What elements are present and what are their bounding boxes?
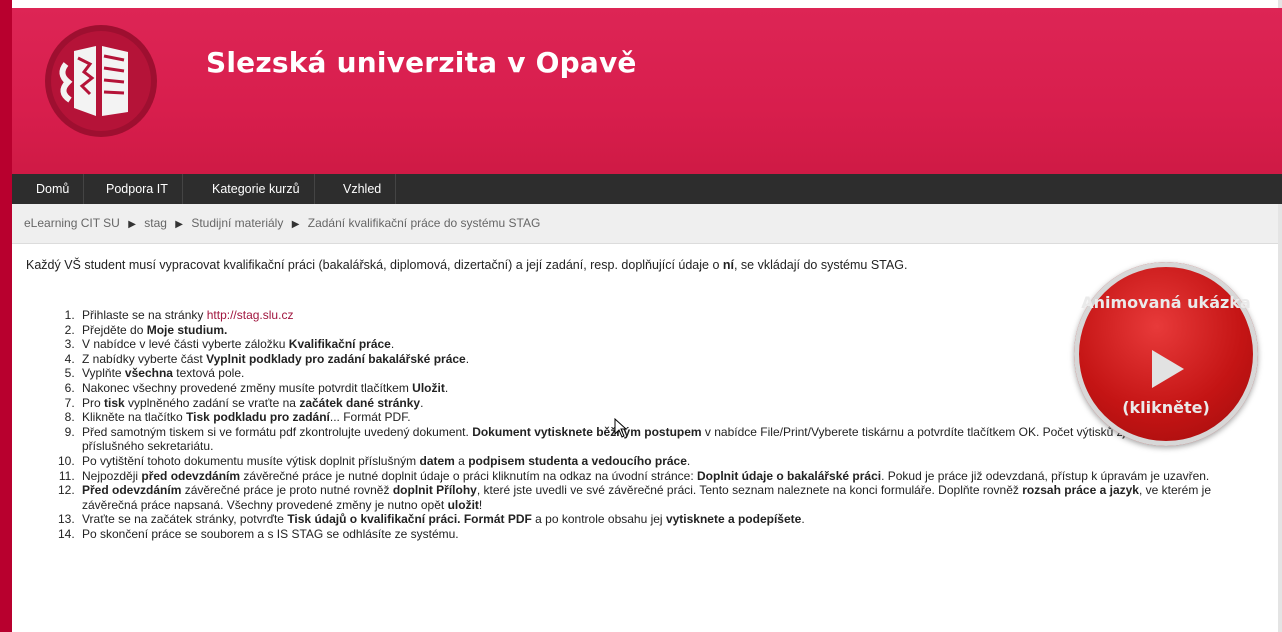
step-text: závěrečné práce je proto nutné rovněž — [181, 483, 393, 498]
step-text: . Pokud je práce již odevzdaná, přístup … — [881, 468, 1210, 483]
animated-demo-button[interactable]: Animovaná ukázka (klikněte) — [1074, 262, 1258, 446]
step-bold: před odevzdáním — [141, 468, 241, 483]
breadcrumb-item-home[interactable]: eLearning CIT SU — [24, 216, 120, 230]
breadcrumb-item-current: Zadání kvalifikační práce do systému STA… — [307, 216, 541, 230]
step-bold: Tisk podkladu pro zadání — [186, 410, 330, 425]
step-bold: rozsah práce a jazyk — [1022, 483, 1139, 498]
step-bold: Kvalifikační práce — [288, 337, 391, 352]
step-text: ... Formát PDF. — [329, 410, 411, 425]
step-text: . — [801, 512, 805, 527]
breadcrumb-item-materials[interactable]: Studijní materiály — [191, 216, 283, 230]
step-text: Přejděte do — [82, 322, 147, 337]
breadcrumb-separator: ▶ — [175, 219, 183, 230]
step-text: ! — [478, 497, 483, 512]
step-text: . — [420, 395, 424, 410]
step-bold: Tisk údajů o kvalifikační práci. Formát … — [287, 512, 532, 527]
step-bold: Dokument vytisknete běžným postupem — [472, 424, 702, 439]
step-text: závěrečné práce je nutné doplnit údaje o… — [240, 468, 698, 483]
step-text: a po kontrole obsahu jej — [531, 512, 666, 527]
promo-caption: (klikněte) — [1122, 398, 1210, 417]
list-item: Před odevzdáním závěrečné práce je proto… — [78, 483, 1262, 512]
step-text: . — [686, 453, 691, 468]
play-icon — [1152, 350, 1184, 388]
promo-title: Animovaná ukázka — [1081, 293, 1251, 312]
step-bold: vytisknete a podepíšete — [665, 512, 802, 527]
list-item: Nejpozději před odevzdáním závěrečné prá… — [78, 469, 1262, 484]
step-bold: Doplnit údaje o bakalářské práci — [697, 468, 882, 483]
mouse-cursor-icon — [614, 418, 628, 438]
breadcrumb-separator: ▶ — [128, 219, 136, 230]
nav-item-appearance[interactable]: Vzhled — [329, 174, 397, 204]
step-bold: doplnit Přílohy — [392, 483, 477, 498]
intro-text: Každý VŠ student musí vypracovat kvalifi… — [26, 258, 723, 272]
step-bold: Vyplnit podklady pro zadání bakalářské p… — [206, 351, 466, 366]
intro-text-end: , se vkládají do systému STAG. — [733, 258, 908, 272]
step-text: Po vytištění tohoto dokumentu musíte výt… — [82, 453, 420, 468]
step-text: textová pole. — [172, 366, 245, 381]
step-text: Pro — [82, 395, 105, 410]
main-navbar: Domů Podpora IT Kategorie kurzů Vzhled — [12, 174, 1282, 204]
step-text: Nakonec všechny provedené změny musíte p… — [82, 380, 413, 395]
list-item: Po skončení práce se souborem a s IS STA… — [78, 527, 1262, 542]
step-bold: uložit — [447, 497, 479, 512]
step-bold: Před odevzdáním — [82, 483, 182, 498]
breadcrumb-item-stag[interactable]: stag — [144, 216, 167, 230]
step-bold: začátek dané stránky — [299, 395, 421, 410]
list-item: Před samotným tiskem si ve formátu pdf z… — [78, 425, 1262, 454]
step-text: . — [390, 337, 395, 352]
intro-paragraph: Každý VŠ student musí vypracovat kvalifi… — [26, 258, 1272, 272]
step-text: Z nabídky vyberte část — [82, 351, 207, 366]
site-header: Slezská univerzita v Opavě — [12, 8, 1282, 174]
breadcrumb: eLearning CIT SU ▶ stag ▶ Studijní mater… — [12, 204, 1278, 244]
step-bold: Moje studium. — [146, 322, 228, 337]
left-accent-strip — [0, 0, 12, 632]
list-item: Vraťte se na začátek stránky, potvrďte T… — [78, 512, 1262, 527]
step-bold: všechna — [124, 366, 173, 381]
breadcrumb-separator: ▶ — [291, 219, 300, 230]
stag-link[interactable]: http://stag.slu.cz — [207, 308, 294, 322]
step-text: Vyplňte — [82, 366, 125, 381]
step-text: Nejpozději — [82, 468, 142, 483]
university-emblem-icon[interactable] — [44, 16, 158, 146]
step-text: Po skončení práce se souborem a s IS STA… — [82, 526, 459, 541]
step-text: Klikněte na tlačítko — [82, 410, 187, 425]
step-bold: datem — [419, 453, 455, 468]
step-text: . — [444, 380, 449, 395]
step-bold: podpisem studenta a vedoucího práce — [468, 453, 687, 468]
step-bold: Uložit — [412, 380, 445, 395]
site-title: Slezská univerzita v Opavě — [206, 46, 637, 79]
list-item: Po vytištění tohoto dokumentu musíte výt… — [78, 454, 1262, 469]
step-text: , které jste uvedli ve své závěrečné prá… — [476, 483, 1023, 498]
step-text: Před samotným tiskem si ve formátu pdf z… — [82, 424, 473, 439]
step-text: a — [454, 453, 469, 468]
step-text: vyplněného zadání se vraťte na — [124, 395, 300, 410]
nav-item-course-categories[interactable]: Kategorie kurzů — [198, 174, 315, 204]
main-content: Každý VŠ student musí vypracovat kvalifi… — [22, 258, 1272, 541]
nav-item-home[interactable]: Domů — [22, 174, 85, 204]
step-text: Vraťte se na začátek stránky, potvrďte — [82, 512, 288, 527]
step-text: . — [465, 351, 470, 366]
step-text: Přihlaste se na stránky — [82, 308, 207, 322]
nav-item-it-support[interactable]: Podpora IT — [92, 174, 183, 204]
step-bold: tisk — [104, 395, 125, 410]
step-text: V nabídce v levé části vyberte záložku — [82, 337, 289, 352]
intro-bold: ní — [722, 258, 734, 272]
